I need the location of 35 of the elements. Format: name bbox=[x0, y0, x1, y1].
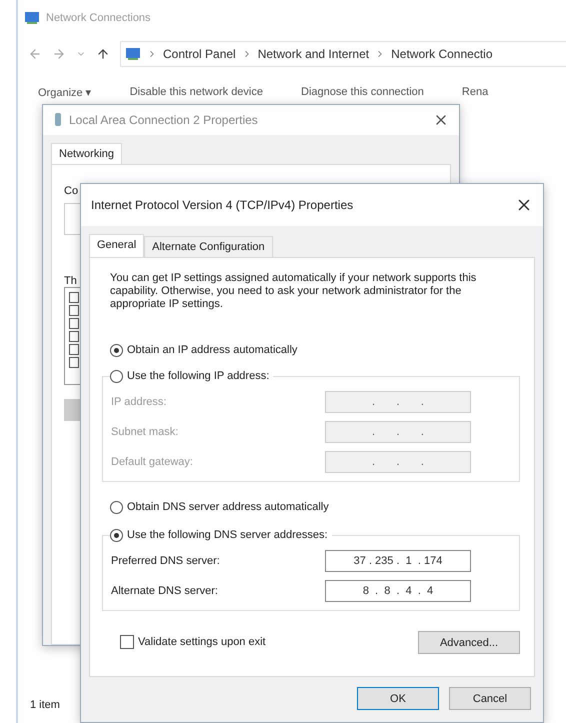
toolbar-button[interactable]: Rena bbox=[462, 86, 488, 108]
toolbar-button[interactable]: Organize ▾ bbox=[38, 86, 92, 108]
up-icon[interactable] bbox=[96, 47, 110, 61]
checkbox-icon bbox=[69, 331, 79, 342]
breadcrumb-item[interactable]: Network and Internet bbox=[258, 47, 370, 61]
dialog-button[interactable]: OK bbox=[357, 687, 439, 710]
ip-address-field[interactable]: 8 . 8 . 4 . 4 bbox=[325, 580, 471, 602]
field-label: Preferred DNS server: bbox=[111, 555, 220, 567]
intro-text: You can get IP settings assigned automatically if your network supports this capability. Otherwise, you need to ask your network administrator for the appropriate IP settings. bbox=[110, 272, 478, 311]
breadcrumb-item[interactable]: Network Connectio bbox=[391, 47, 493, 61]
field-label: Subnet mask: bbox=[111, 426, 178, 438]
section-label: Co bbox=[64, 185, 78, 197]
checkbox-icon bbox=[69, 292, 79, 303]
breadcrumb-item[interactable]: Control Panel bbox=[163, 47, 236, 61]
toolbar-button[interactable]: Diagnose this connection bbox=[301, 86, 424, 108]
dialog-button[interactable]: Cancel bbox=[449, 687, 531, 710]
window-title: Network Connections bbox=[46, 12, 151, 24]
dialog-title: Internet Protocol Version 4 (TCP/IPv4) Properties bbox=[91, 198, 354, 212]
field-label: Default gateway: bbox=[111, 456, 193, 468]
status-text: 1 item bbox=[30, 699, 60, 711]
tab[interactable]: Alternate Configuration bbox=[144, 236, 273, 257]
tab[interactable]: General bbox=[89, 234, 144, 257]
field-label: Alternate DNS server: bbox=[111, 585, 218, 597]
field-label: IP address: bbox=[111, 396, 166, 408]
advanced-button[interactable]: Advanced... bbox=[418, 631, 520, 654]
checkbox-icon bbox=[69, 344, 79, 355]
checkbox-icon bbox=[69, 318, 79, 329]
toolbar-button[interactable]: Disable this network device bbox=[130, 86, 263, 108]
network-adapter-icon bbox=[53, 112, 63, 128]
checkbox-icon bbox=[69, 357, 79, 368]
section-label: Th bbox=[64, 275, 77, 287]
ip-address-field[interactable]: 37 . 235 . 1 . 174 bbox=[325, 550, 471, 572]
checkbox-icon bbox=[69, 305, 79, 316]
dialog-title: Local Area Connection 2 Properties bbox=[69, 113, 259, 127]
tab[interactable]: Networking bbox=[51, 143, 122, 164]
